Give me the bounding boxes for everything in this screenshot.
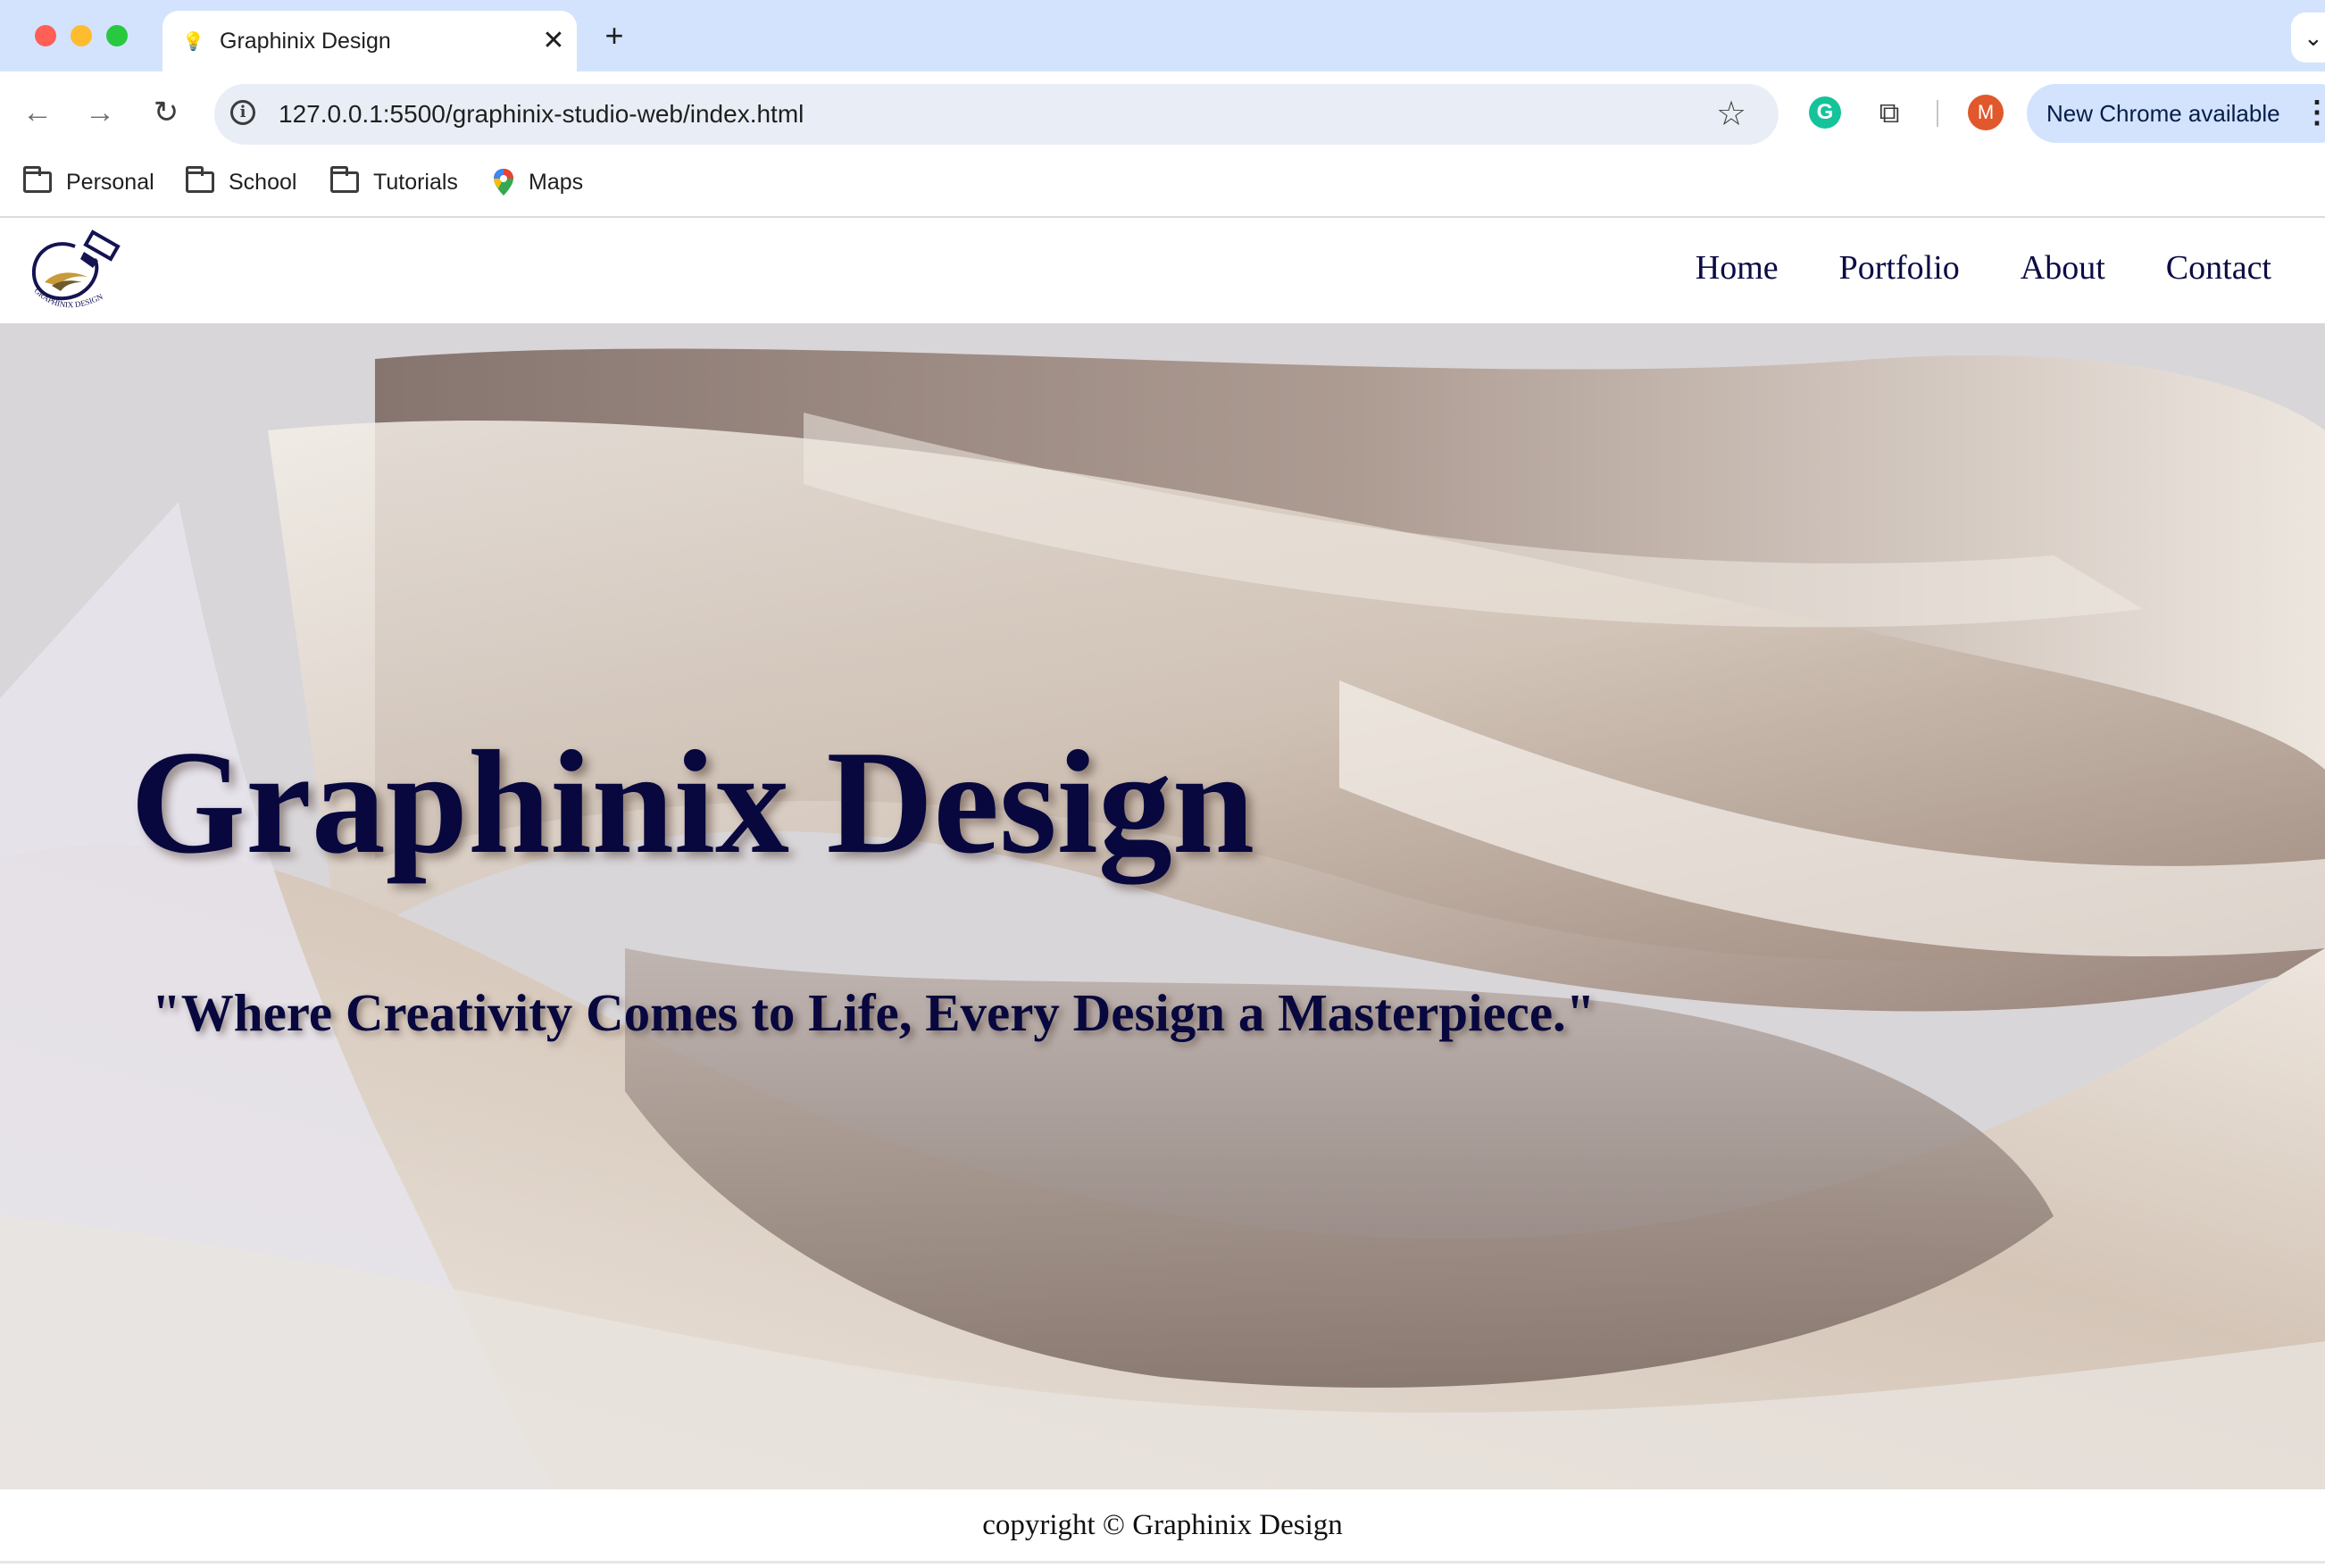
maps-pin-icon [494, 169, 513, 196]
hero-background-image [0, 323, 2325, 1489]
hero-tagline: "Where Creativity Comes to Life, Every D… [152, 983, 1596, 1042]
tab-strip: 💡 Graphinix Design ✕ + ⌄ [0, 0, 2325, 71]
profile-avatar[interactable]: M [1968, 95, 2004, 130]
hero-title: Graphinix Design [130, 720, 1255, 884]
nav-home[interactable]: Home [1696, 243, 1779, 293]
browser-toolbar: ← → ↻ i 127.0.0.1:5500/graphinix-studio-… [0, 71, 2325, 154]
maximize-window-button[interactable] [106, 25, 128, 46]
address-bar[interactable]: i 127.0.0.1:5500/graphinix-studio-web/in… [214, 84, 1779, 145]
tab-title: Graphinix Design [220, 29, 391, 54]
hero-section: Graphinix Design "Where Creativity Comes… [0, 323, 2325, 1489]
more-menu-icon[interactable]: ⋮ [2302, 95, 2325, 130]
active-tab[interactable]: 💡 Graphinix Design ✕ [162, 11, 577, 71]
update-chrome-button[interactable]: New Chrome available ⋮ [2027, 84, 2325, 143]
site-info-icon[interactable]: i [230, 100, 255, 125]
bookmark-label: Personal [66, 170, 154, 195]
forward-arrow-icon[interactable]: → [79, 91, 121, 134]
back-arrow-icon[interactable]: ← [16, 91, 59, 134]
favicon-icon: 💡 [182, 32, 204, 52]
bookmark-personal[interactable]: Personal [23, 163, 154, 202]
bookmark-tutorials[interactable]: Tutorials [330, 163, 458, 202]
main-nav: Home Portfolio About Contact [1696, 243, 2271, 293]
bookmark-label: Tutorials [373, 170, 458, 195]
bookmark-school[interactable]: School [186, 163, 296, 202]
site-header: GRAPHINIX DESIGN Home Portfolio About Co… [0, 218, 2325, 323]
graphinix-logo[interactable]: GRAPHINIX DESIGN [25, 227, 129, 316]
nav-about[interactable]: About [2021, 243, 2105, 293]
tab-search-chevron-icon[interactable]: ⌄ [2291, 13, 2325, 63]
tab-close-icon[interactable]: ✕ [536, 23, 571, 59]
toolbar-divider [1937, 100, 1938, 127]
folder-icon [186, 166, 214, 193]
update-label: New Chrome available [2046, 100, 2280, 127]
bookmark-label: School [229, 170, 297, 195]
bookmarks-bar: Personal School Tutorials Maps [0, 154, 2325, 218]
site-footer: copyright © Graphinix Design [0, 1489, 2325, 1564]
grammarly-extension-icon[interactable]: G [1809, 96, 1841, 129]
url-text[interactable]: 127.0.0.1:5500/graphinix-studio-web/inde… [279, 96, 804, 132]
copyright-text: copyright © Graphinix Design [982, 1509, 1343, 1541]
bookmark-star-icon[interactable]: ☆ [1716, 95, 1746, 134]
bookmark-label: Maps [529, 170, 584, 195]
nav-portfolio[interactable]: Portfolio [1839, 243, 1960, 293]
folder-icon [330, 166, 359, 193]
minimize-window-button[interactable] [71, 25, 92, 46]
extensions-puzzle-icon[interactable]: ⧉ [1871, 95, 1907, 130]
close-window-button[interactable] [35, 25, 56, 46]
new-tab-button[interactable]: + [595, 16, 634, 55]
nav-contact[interactable]: Contact [2166, 243, 2271, 293]
folder-icon [23, 166, 52, 193]
reload-icon[interactable]: ↻ [145, 91, 188, 134]
bookmark-maps[interactable]: Maps [493, 163, 583, 202]
